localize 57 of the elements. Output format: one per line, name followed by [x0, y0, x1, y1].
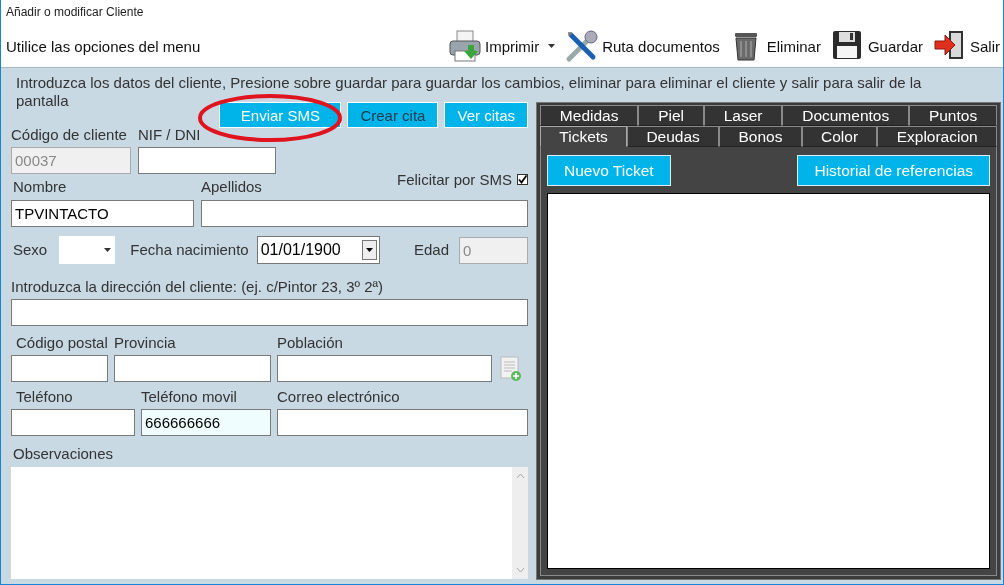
field-label: Población: [277, 334, 344, 352]
toolbar-button[interactable]: Eliminar: [726, 27, 824, 65]
tab[interactable]: Bonos: [719, 126, 802, 147]
date-field[interactable]: 01/01/1900: [256, 236, 380, 264]
printer-icon: [448, 29, 483, 63]
dropdown-field[interactable]: [59, 236, 116, 264]
caret-icon: [104, 248, 112, 252]
field-label: Apellidos: [201, 177, 262, 197]
input-field[interactable]: [114, 355, 271, 382]
input-field[interactable]: [277, 409, 528, 436]
toolbar-button[interactable]: Ruta documentos: [562, 27, 723, 65]
toolbar-hint: Utilice las opciones del menu: [5, 37, 201, 55]
field-label: NIF / DNI: [138, 126, 202, 144]
field-label: Edad: [413, 241, 449, 259]
field-label: Teléfono movil: [141, 388, 238, 406]
field-label: Teléfono: [15, 388, 74, 406]
tab[interactable]: Deudas: [627, 126, 720, 147]
action-button[interactable]: Crear cita: [347, 102, 439, 128]
toolbar-button[interactable]: Guardar: [827, 27, 926, 65]
field-label: Fecha nacimiento: [130, 241, 249, 259]
field-label: Observaciones: [12, 444, 115, 464]
tab[interactable]: Piel: [638, 105, 704, 126]
tab[interactable]: Tickets: [540, 126, 628, 147]
checkbox-label: Felicitar por SMS: [396, 171, 512, 188]
field-label: Código postal: [15, 334, 108, 352]
input-field[interactable]: TPVINTACTO: [11, 200, 194, 227]
toolbar-button[interactable]: Salir: [930, 27, 1003, 65]
input-field[interactable]: [11, 355, 108, 382]
input-field[interactable]: 666666666: [141, 409, 271, 436]
add-document-icon: [500, 356, 522, 382]
notes-field[interactable]: [11, 467, 528, 579]
field-label: Provincia: [114, 334, 177, 352]
tab[interactable]: Color: [801, 126, 878, 147]
dropdown-button[interactable]: [361, 240, 377, 260]
caret-icon: [365, 248, 373, 252]
field-label: Correo electrónico: [277, 388, 401, 406]
tools-icon: [565, 29, 600, 63]
scroll-up-icon: [515, 473, 525, 479]
toolbar-button[interactable]: Imprimir: [445, 27, 559, 65]
tab[interactable]: Laser: [703, 105, 783, 126]
field-label: Sexo: [13, 241, 48, 259]
field-label: Introduzca la dirección del cliente: (ej. c/Pintor 23, 3º 2ª): [11, 278, 385, 296]
input-field[interactable]: [277, 355, 492, 382]
tab[interactable]: Documentos: [782, 105, 910, 126]
field-label: Código de cliente: [11, 126, 128, 144]
checkbox[interactable]: [517, 174, 528, 185]
tab[interactable]: Puntos: [909, 105, 998, 126]
window-title: Añadir o modificar Cliente: [1, 0, 1003, 25]
input-field[interactable]: [138, 147, 276, 174]
tab[interactable]: Exploracion: [877, 126, 997, 147]
input-field[interactable]: [11, 409, 135, 436]
scroll-down-icon: [515, 567, 525, 573]
input-field[interactable]: [201, 200, 528, 227]
scrollbar[interactable]: [512, 467, 528, 579]
field-label: Nombre: [12, 177, 68, 197]
input-field[interactable]: [11, 299, 528, 326]
tab[interactable]: Medidas: [540, 105, 639, 126]
